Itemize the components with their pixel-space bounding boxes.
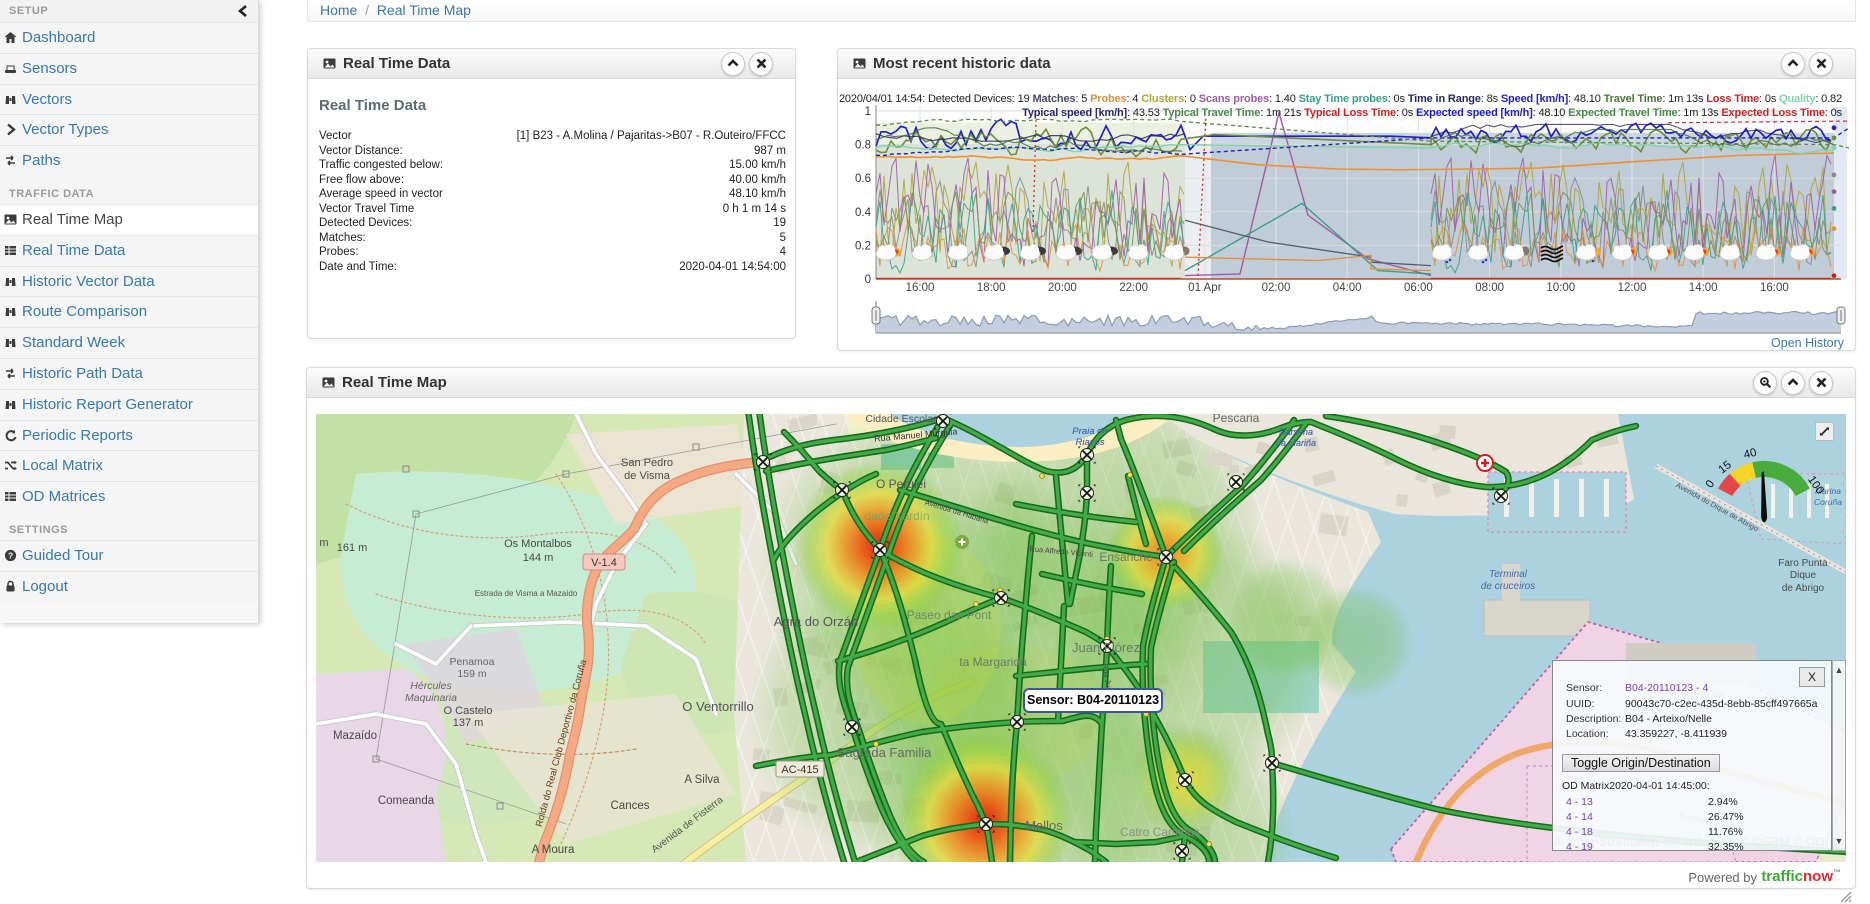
svg-text:14:00: 14:00 [1689, 282, 1718, 294]
svg-text:de Visma: de Visma [624, 470, 671, 482]
svg-text:01 Apr: 01 Apr [1188, 282, 1221, 294]
svg-text:16:00: 16:00 [906, 282, 935, 294]
svg-text:Os Montalbos: Os Montalbos [504, 538, 572, 550]
svg-text:Paseo das Pont: Paseo das Pont [907, 608, 992, 622]
svg-text:06:00: 06:00 [1404, 282, 1433, 294]
svg-text:18:00: 18:00 [977, 282, 1006, 294]
svg-text:0.8: 0.8 [855, 140, 871, 152]
svg-text:O Castelo: O Castelo [444, 705, 493, 717]
svg-text:16:00: 16:00 [1760, 282, 1789, 294]
svg-text:San Pedro: San Pedro [621, 457, 673, 469]
svg-text:A Moura: A Moura [532, 844, 575, 856]
svg-text:Agra do Orzán: Agra do Orzán [774, 614, 859, 629]
svg-text:12:00: 12:00 [1618, 282, 1647, 294]
svg-text:V-1.4: V-1.4 [591, 557, 617, 569]
svg-text:O Ventorrillo: O Ventorrillo [682, 699, 754, 714]
svg-text:08:00: 08:00 [1475, 282, 1504, 294]
svg-text:144 m: 144 m [523, 552, 554, 564]
svg-text:Ensanche: Ensanche [1099, 550, 1153, 564]
svg-text:0: 0 [1704, 478, 1718, 490]
svg-text:Catro Camiños: Catro Camiños [1120, 825, 1200, 839]
svg-text:A Silva: A Silva [684, 774, 720, 786]
svg-text:Comeanda: Comeanda [378, 795, 435, 807]
svg-text:Cances: Cances [611, 800, 650, 812]
svg-text:Maquinaria: Maquinaria [405, 692, 457, 704]
svg-text:02:00: 02:00 [1262, 282, 1291, 294]
svg-text:Terminal: Terminal [1489, 569, 1528, 580]
svg-text:Estrada de Visma a Mazaído: Estrada de Visma a Mazaído [475, 589, 578, 598]
svg-text:Mallos: Mallos [1025, 818, 1063, 833]
svg-text:dade Xardín: dade Xardín [864, 509, 929, 523]
svg-text:Juan Flórez: Juan Flórez [1072, 640, 1140, 655]
svg-text:22:00: 22:00 [1119, 282, 1148, 294]
svg-text:Open History: Open History [1771, 336, 1845, 350]
svg-text:?: ? [8, 550, 13, 560]
svg-text:20:00: 20:00 [1048, 282, 1077, 294]
svg-text:0.6: 0.6 [855, 173, 871, 185]
svg-text:de Abrigo: de Abrigo [1782, 583, 1825, 594]
svg-text:0: 0 [865, 274, 871, 286]
svg-text:O Perulei: O Perulei [876, 477, 926, 491]
svg-text:Mazaído: Mazaído [333, 730, 377, 742]
svg-text:159 m: 159 m [457, 668, 486, 680]
svg-text:161 m: 161 m [337, 542, 368, 554]
svg-text:0.2: 0.2 [855, 240, 871, 252]
svg-text:04:00: 04:00 [1333, 282, 1362, 294]
svg-text:ta Margarida: ta Margarida [959, 655, 1027, 669]
svg-text:Dique: Dique [1790, 570, 1817, 581]
svg-text:10:00: 10:00 [1546, 282, 1575, 294]
svg-text:100: 100 [1805, 474, 1826, 497]
svg-text:1: 1 [865, 106, 871, 118]
svg-text:Praia de: Praia de [1072, 426, 1107, 437]
svg-text:0.4: 0.4 [855, 207, 872, 219]
svg-text:da Mariña: da Mariña [1276, 438, 1316, 448]
svg-text:Penamoa: Penamoa [450, 656, 495, 668]
svg-text:Hércules: Hércules [410, 680, 452, 692]
svg-text:40: 40 [1743, 447, 1758, 462]
svg-text:Sagrada Familia: Sagrada Familia [837, 745, 932, 760]
svg-text:137 m: 137 m [453, 717, 484, 729]
svg-text:de cruceiros: de cruceiros [1481, 581, 1535, 592]
svg-text:AC-415: AC-415 [781, 764, 818, 776]
svg-text:Cidade Escolar: Cidade Escolar [865, 414, 937, 425]
svg-text:Dársena: Dársena [1279, 427, 1313, 437]
svg-text:Riazos: Riazos [1075, 437, 1104, 448]
svg-text:Pescaria: Pescaria [1213, 414, 1260, 425]
svg-text:m: m [319, 537, 328, 549]
